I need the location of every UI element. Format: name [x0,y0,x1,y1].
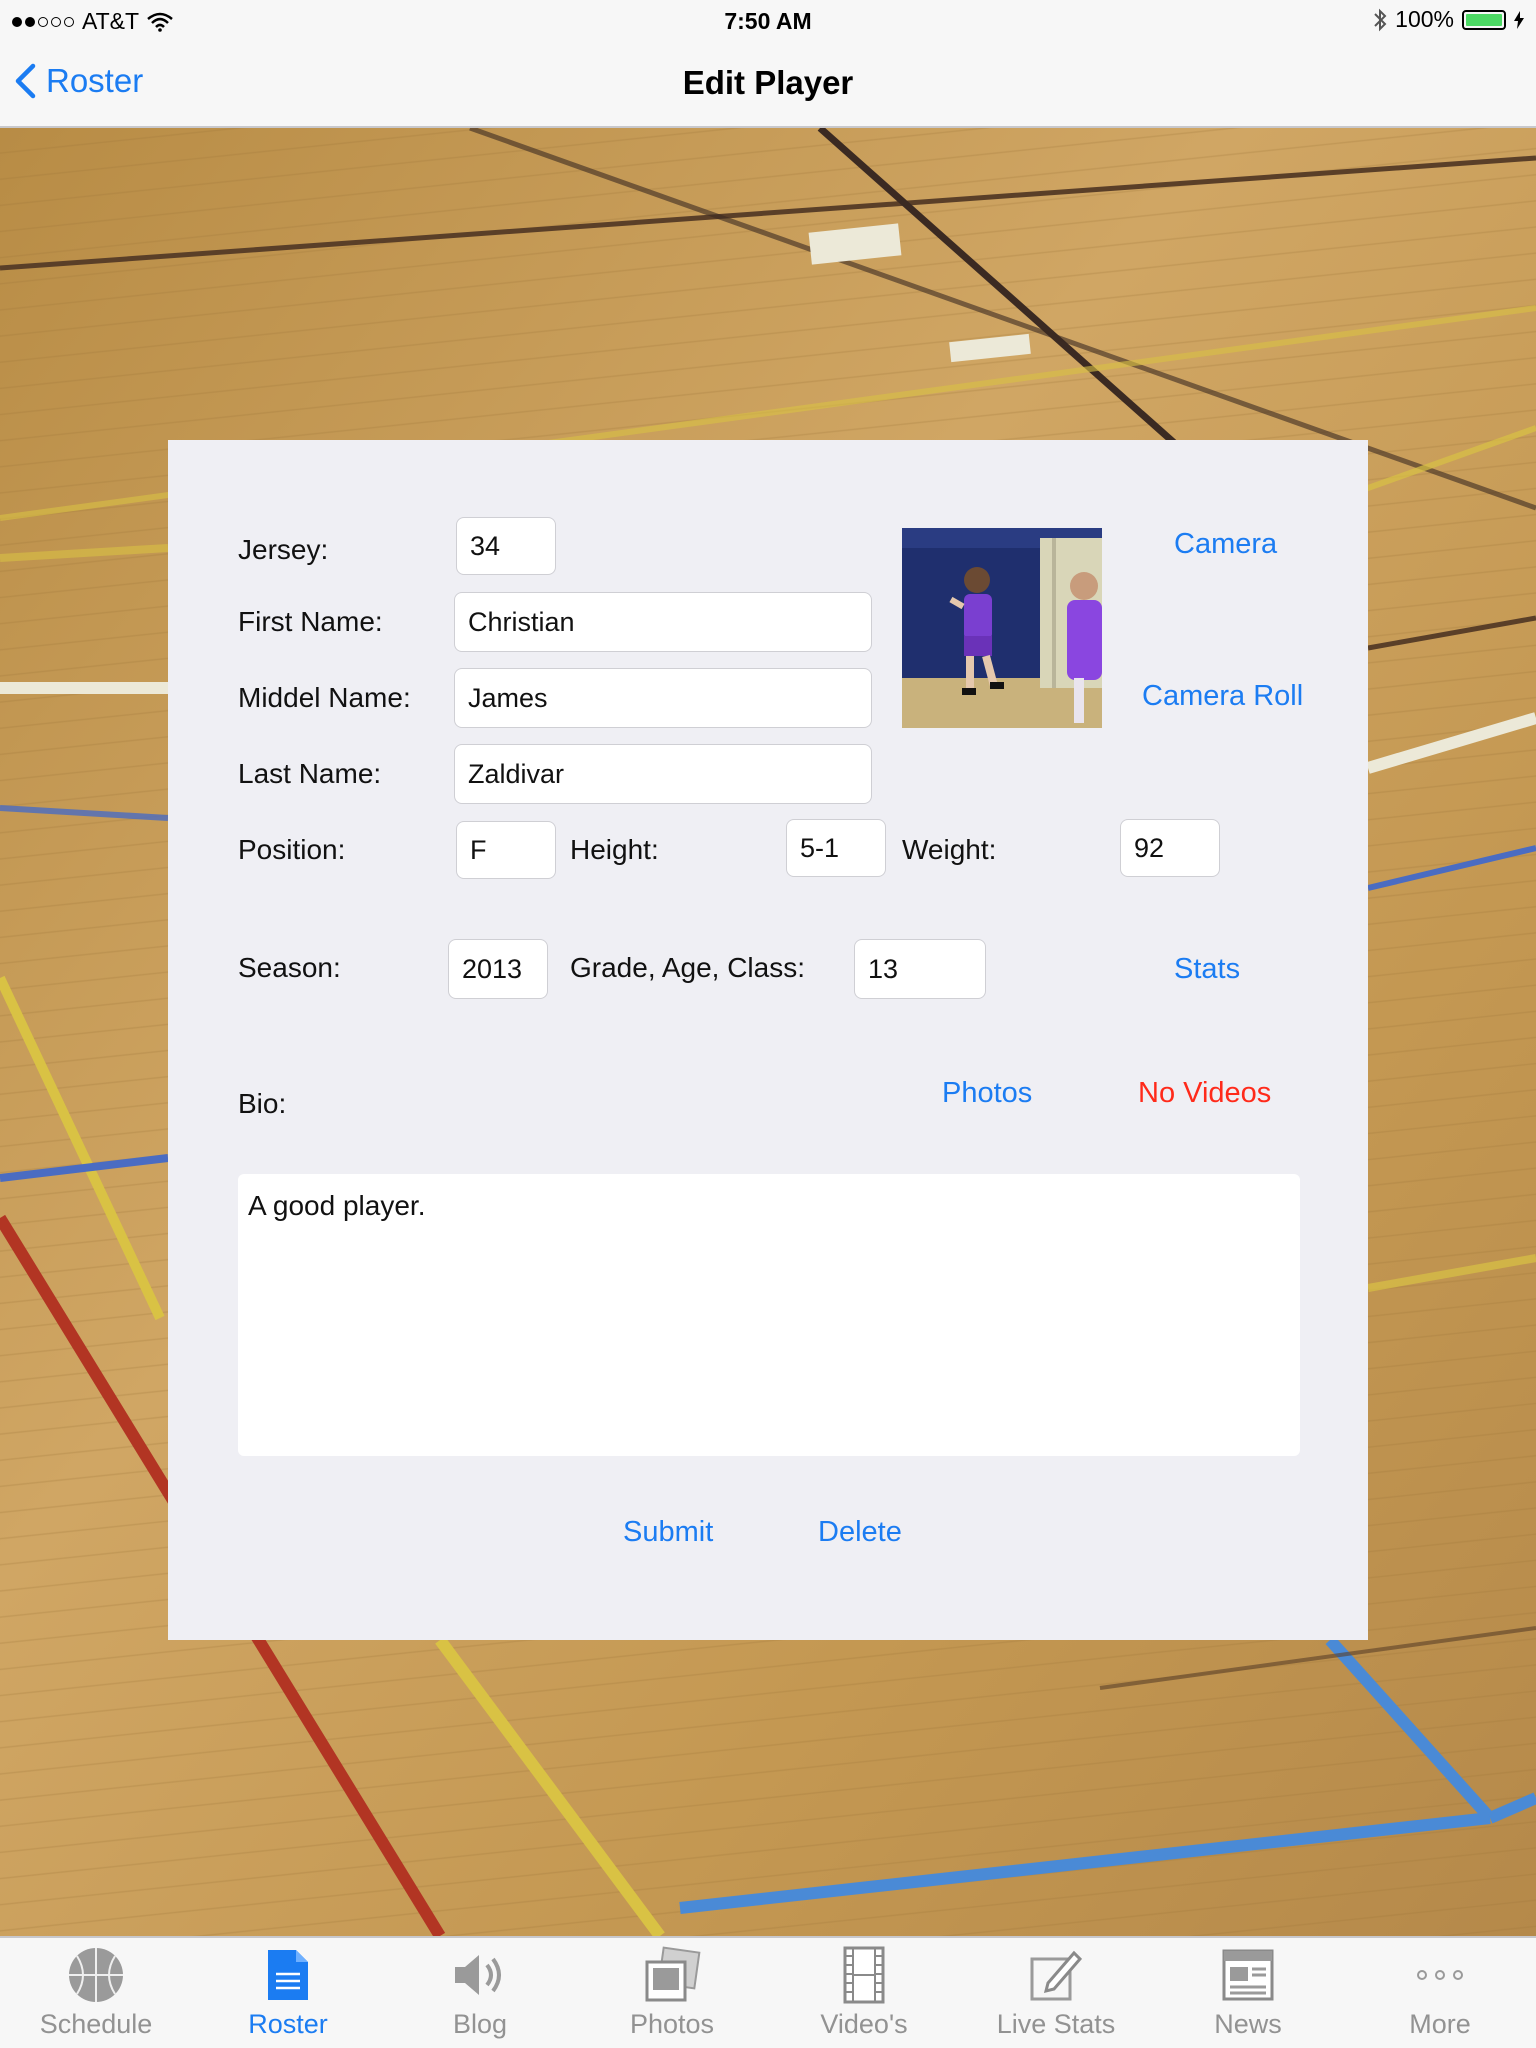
more-icon [1410,1945,1470,2005]
status-time: 7:50 AM [724,8,812,34]
weight-field[interactable]: 92 [1120,819,1220,877]
grade-label: Grade, Age, Class: [570,952,806,983]
first-name-label: First Name: [238,606,383,637]
tab-videos-label: Video's [820,2009,908,2039]
season-field[interactable]: 2013 [448,939,548,999]
speaker-icon [450,1945,510,2005]
compose-icon [1026,1945,1086,2005]
tab-news-label: News [1214,2009,1282,2039]
edit-player-panel: Jersey: 34 First Name: Christian Middel … [168,440,1368,1640]
newspaper-icon [1218,1945,1278,2005]
tab-photos[interactable]: Photos [576,1938,768,2048]
bio-textarea[interactable]: A good player. [238,1174,1300,1456]
height-label: Height: [570,834,659,865]
bluetooth-icon [1374,8,1387,31]
camera-roll-button[interactable]: Camera Roll [1142,680,1303,713]
page-title: Edit Player [682,64,854,101]
tab-photos-label: Photos [629,2009,715,2039]
status-bar: AT&T 7:50 AM 100% [0,0,1536,40]
tab-news[interactable]: News [1152,1938,1344,2048]
first-name-field[interactable]: Christian [454,592,872,652]
tab-more-label: More [1409,2009,1471,2039]
stats-button[interactable]: Stats [1174,953,1240,986]
charging-icon [1514,10,1524,29]
photos-button[interactable]: Photos [942,1077,1032,1110]
tab-live-stats[interactable]: Live Stats [960,1938,1152,2048]
camera-button[interactable]: Camera [1174,528,1277,561]
height-field[interactable]: 5-1 [786,819,886,877]
jersey-field[interactable]: 34 [456,517,556,575]
tab-blog-label: Blog [452,2009,508,2039]
middle-name-field[interactable]: James [454,668,872,728]
no-videos-button[interactable]: No Videos [1138,1077,1271,1110]
player-photo[interactable] [902,528,1102,728]
weight-label: Weight: [902,834,997,865]
tab-roster-label: Roster [248,2009,328,2039]
battery-percent: 100% [1395,6,1454,32]
player-photo-image [902,528,1102,728]
photos-icon [642,1945,702,2005]
tab-schedule[interactable]: Schedule [0,1938,192,2048]
submit-button[interactable]: Submit [623,1516,713,1549]
position-label: Position: [238,834,346,865]
bio-label: Bio: [238,1088,287,1119]
top-bar: AT&T 7:50 AM 100% Roster Edit Player [0,0,1536,128]
battery-icon [1462,9,1506,30]
tab-bar: Schedule Roster Blog Photos Video's Live… [0,1936,1536,2048]
tab-more[interactable]: More [1344,1938,1536,2048]
jersey-label: Jersey: [238,534,329,565]
position-field[interactable]: F [456,821,556,879]
grade-field[interactable]: 13 [854,939,986,999]
film-icon [834,1945,894,2005]
tab-videos[interactable]: Video's [768,1938,960,2048]
tab-blog[interactable]: Blog [384,1938,576,2048]
basketball-icon [66,1945,126,2005]
middle-name-label: Middel Name: [238,682,411,713]
season-label: Season: [238,952,341,983]
last-name-label: Last Name: [238,758,382,789]
tab-live-stats-label: Live Stats [996,2009,1116,2039]
last-name-field[interactable]: Zaldivar [454,744,872,804]
delete-button[interactable]: Delete [818,1516,902,1549]
document-icon [258,1945,318,2005]
tab-roster[interactable]: Roster [192,1938,384,2048]
tab-schedule-label: Schedule [39,2009,153,2039]
